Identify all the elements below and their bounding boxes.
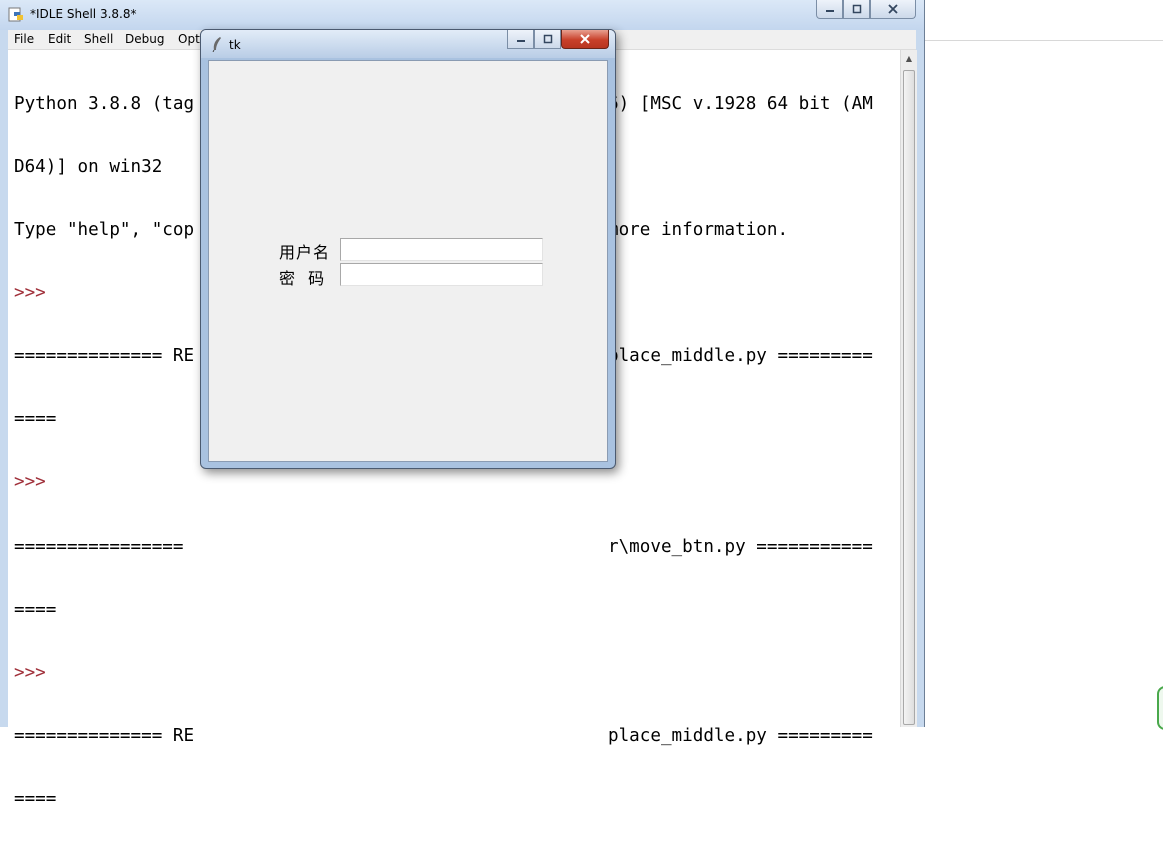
shell-line-fragment: more information. (608, 220, 789, 240)
tk-close-button[interactable] (561, 30, 609, 49)
shell-line: ================ r\move_btn.py ==========… (14, 537, 873, 557)
idle-window-title: *IDLE Shell 3.8.8* (30, 7, 137, 21)
password-entry[interactable] (340, 263, 543, 286)
shell-prompt: >>> (14, 472, 46, 492)
menu-edit[interactable]: Edit (48, 32, 71, 46)
idle-restore-button[interactable] (843, 0, 870, 19)
close-icon (580, 34, 590, 44)
tk-maximize-button[interactable] (534, 30, 561, 49)
tk-feather-icon (212, 37, 221, 52)
tk-titlebar[interactable]: tk (201, 30, 615, 58)
restore-icon (852, 4, 861, 14)
menu-file[interactable]: File (14, 32, 34, 46)
tk-client-area: 用户名 密 码 (208, 60, 608, 462)
username-entry[interactable] (340, 238, 543, 261)
shell-line-fragment: r\move_btn.py =========== (608, 537, 873, 557)
username-label: 用户名 (279, 243, 331, 262)
corner-widget-icon[interactable] (1157, 686, 1163, 730)
scroll-up-arrow-icon[interactable]: ▲ (901, 50, 917, 67)
shell-line: ============== RE place_middle.py =======… (14, 726, 873, 746)
vertical-scrollbar[interactable]: ▲ (900, 50, 917, 727)
password-label: 密 码 (279, 269, 326, 288)
idle-close-button[interactable] (870, 0, 916, 19)
minimize-icon (516, 40, 525, 42)
idle-minimize-button[interactable] (816, 0, 843, 19)
shell-line: ==== (14, 789, 57, 809)
tk-minimize-button[interactable] (507, 30, 534, 49)
desktop-divider (925, 40, 1163, 41)
scrollbar-thumb[interactable] (903, 70, 915, 725)
shell-line-fragment: place_middle.py ========= (608, 726, 873, 746)
menu-options[interactable]: Opt (178, 32, 200, 46)
shell-prompt: >>> (14, 663, 46, 683)
menu-shell[interactable]: Shell (84, 32, 113, 46)
shell-line-fragment: place_middle.py ========= (608, 346, 873, 366)
desktop-background (925, 0, 1163, 727)
shell-line-fragment: 6) [MSC v.1928 64 bit (AM (608, 94, 873, 114)
python-idle-icon (8, 7, 23, 22)
idle-titlebar[interactable]: *IDLE Shell 3.8.8* (0, 0, 924, 30)
tk-window: tk 用户名 密 码 (200, 29, 616, 469)
shell-line: ==== (14, 600, 57, 620)
maximize-icon (543, 34, 552, 44)
menu-debug[interactable]: Debug (125, 32, 164, 46)
tk-window-title: tk (229, 38, 241, 52)
minimize-icon (825, 10, 834, 12)
close-icon (888, 4, 898, 14)
